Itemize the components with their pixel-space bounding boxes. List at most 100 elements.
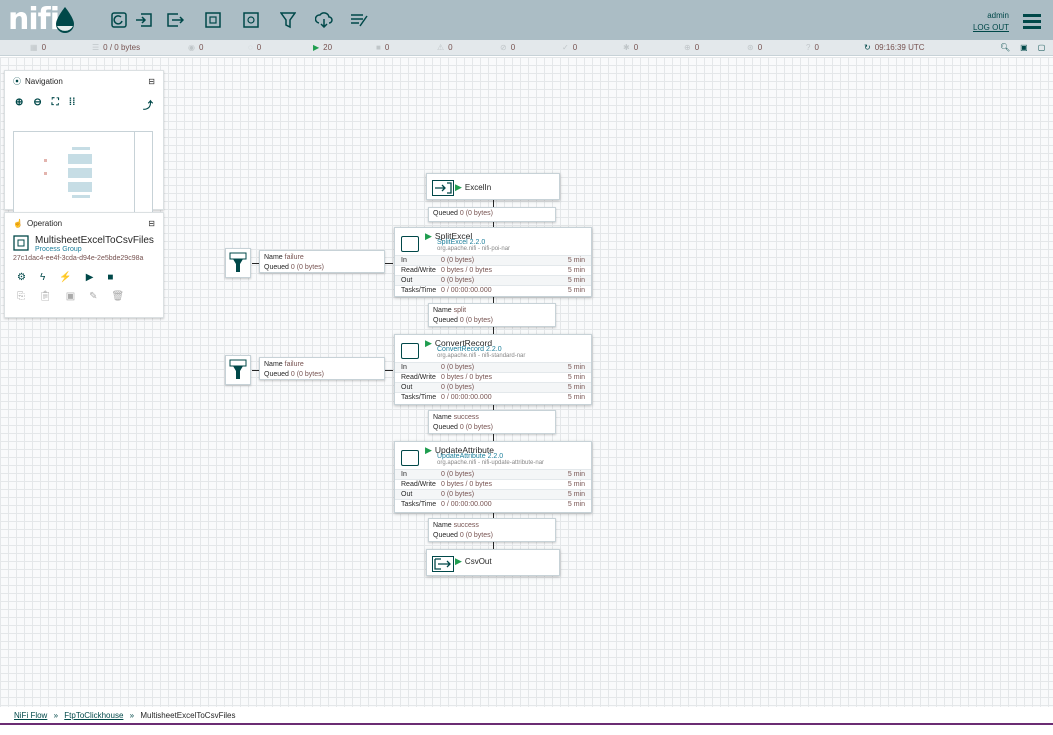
search-icon[interactable]: 🔍︎ — [1000, 43, 1010, 52]
start-icon[interactable]: ▶ — [86, 272, 94, 283]
stat-row-out: Out 0 (0 bytes) 5 min — [395, 382, 591, 392]
stopped-stat: ■ 0 — [376, 43, 390, 52]
threads-icon: ▦ — [30, 43, 38, 52]
leave-group-icon[interactable]: ⤴ — [143, 97, 153, 112]
operation-selection: MultisheetExcelToCsvFiles Process Group — [5, 233, 163, 255]
transmitting-stat: ◉ 0 — [188, 43, 204, 52]
sync-failure-stat: ? 0 — [806, 43, 819, 52]
input-port-excelin[interactable]: ▶ ExcelIn — [426, 173, 560, 200]
stat-row-tasks: Tasks/Time 0 / 00:00:00.000 5 min — [395, 285, 591, 295]
zoom-in-icon[interactable]: ⊕ — [15, 97, 23, 112]
processor-icon — [401, 450, 419, 466]
nifi-logo[interactable]: nifi — [8, 4, 78, 36]
bulletin-icon[interactable]: ▣ — [1020, 43, 1028, 52]
birdseye-map — [44, 132, 135, 218]
processor-convertrecord[interactable]: ▶ ConvertRecord ConvertRecord 2.2.0 org.a… — [394, 334, 592, 405]
processor-stats: In 0 (0 bytes) 5 min Read/Write 0 bytes / 0… — [395, 469, 591, 509]
enable-icon[interactable]: ϟ — [40, 272, 45, 283]
remote-process-group-icon[interactable] — [240, 10, 262, 30]
refresh-stat[interactable]: ↻ 09:16:39 UTC — [864, 43, 925, 52]
compass-icon: ⦿ — [13, 76, 21, 86]
group-icon[interactable]: ▣ — [66, 291, 75, 302]
zoom-out-icon[interactable]: ⊖ — [33, 97, 41, 112]
processor-icon — [401, 343, 419, 359]
stat-row-in: In 0 (0 bytes) 5 min — [395, 469, 591, 479]
selection-type: Process Group — [35, 246, 82, 253]
collapse-icon[interactable]: ⊟ — [148, 77, 155, 86]
warning-icon: ⚠ — [437, 43, 445, 52]
stat-row-rw: Read/Write 0 bytes / 0 bytes 5 min — [395, 372, 591, 382]
status-bar: ▦ 0 ☰ 0 / 0 bytes ◉ 0 ◌ 0 ▶ 20 ■ 0 ⚠ 0 ⊘ 0 ✓ 0 ✱ 0… — [0, 40, 1053, 56]
stat-row-tasks: Tasks/Time 0 / 00:00:00.000 5 min — [395, 392, 591, 402]
locally-modified-stat: ✱ 0 — [623, 43, 639, 52]
connection-success-1[interactable]: Name success Queued 0 (0 bytes) — [428, 410, 556, 434]
info-icon[interactable]: ▢ — [1038, 43, 1046, 52]
logout-link[interactable]: LOG OUT — [973, 22, 1009, 34]
stat-row-in: In 0 (0 bytes) 5 min — [395, 255, 591, 265]
stat-row-out: Out 0 (0 bytes) 5 min — [395, 275, 591, 285]
stat-row-in: In 0 (0 bytes) 5 min — [395, 362, 591, 372]
user-info: admin LOG OUT — [973, 10, 1009, 34]
connection-split[interactable]: Name split Queued 0 (0 bytes) — [428, 303, 556, 327]
breadcrumb-separator: » — [53, 711, 59, 720]
template-icon[interactable] — [313, 10, 335, 30]
processor-bundle: org.apache.nifi - nifi-update-attribute-… — [437, 460, 545, 466]
stale-icon: ⊕ — [684, 43, 691, 52]
breadcrumb-parent[interactable]: FtpToClickhouse — [64, 711, 123, 720]
navigation-tools: ⊕ ⊖ ⛶ ⁞⁞ ⤴ — [5, 91, 163, 118]
stop-icon[interactable]: ■ — [107, 272, 113, 283]
funnel-icon — [229, 252, 247, 272]
connection-failure-2[interactable]: Name failure Queued 0 (0 bytes) — [259, 357, 385, 380]
processor-splitexcel[interactable]: ▶ SplitExcel SplitExcel 2.2.0 org.apache.… — [394, 227, 592, 297]
output-port-csvout[interactable]: ▶ CsvOut — [426, 549, 560, 576]
connection-excelin-splitexcel[interactable]: Queued 0 (0 bytes) — [428, 207, 556, 222]
input-port-icon[interactable] — [133, 10, 155, 30]
processor-stats: In 0 (0 bytes) 5 min Read/Write 0 bytes / 0… — [395, 255, 591, 295]
breadcrumb-root[interactable]: NiFi Flow — [14, 711, 47, 720]
delete-icon[interactable]: 🗑︎ — [112, 291, 125, 302]
queue-icon: ☰ — [92, 43, 100, 52]
color-icon[interactable]: ✎ — [89, 291, 97, 302]
funnel-icon — [229, 359, 247, 379]
configure-icon[interactable]: ⚙ — [17, 272, 26, 283]
stale-stat: ⊕ 0 — [684, 43, 700, 52]
disabled-stat: ⊘ 0 — [500, 43, 516, 52]
stat-row-rw: Read/Write 0 bytes / 0 bytes 5 min — [395, 265, 591, 275]
top-bar: nifi admin LOG OUT — [0, 0, 1053, 40]
up-to-date-stat: ✓ 0 — [562, 43, 578, 52]
running-icon: ▶ — [425, 231, 432, 241]
processor-stats: In 0 (0 bytes) 5 min Read/Write 0 bytes / 0… — [395, 362, 591, 402]
breadcrumb-separator: » — [129, 711, 135, 720]
birdseye-view[interactable] — [13, 131, 153, 218]
processor-icon[interactable] — [108, 10, 130, 30]
disable-icon[interactable]: ⚡ — [59, 272, 71, 283]
breadcrumb: NiFi Flow » FtpToClickhouse » Multisheet… — [0, 707, 1053, 725]
global-menu-icon[interactable] — [1023, 14, 1041, 29]
breadcrumb-current: MultisheetExcelToCsvFiles — [140, 711, 236, 720]
connection-success-2[interactable]: Name success Queued 0 (0 bytes) — [428, 518, 556, 542]
asterisk-icon: ✱ — [623, 43, 630, 52]
stat-row-rw: Read/Write 0 bytes / 0 bytes 5 min — [395, 479, 591, 489]
operation-actions-2: ⎘ 📋︎ ▣ ✎ 🗑︎ — [5, 287, 163, 306]
operation-header[interactable]: ☝ Operation ⊟ — [5, 213, 163, 233]
navigation-header[interactable]: ⦿ Navigation ⊟ — [5, 71, 163, 91]
label-icon[interactable] — [348, 10, 370, 30]
process-group-icon[interactable] — [202, 10, 224, 30]
processor-updateattribute[interactable]: ▶ UpdateAttribute UpdateAttribute 2.2.0 o… — [394, 441, 592, 513]
processor-bundle: org.apache.nifi - nifi-poi-nar — [437, 246, 511, 252]
collapse-icon[interactable]: ⊟ — [148, 219, 155, 228]
actual-size-icon[interactable]: ⁞⁞ — [69, 97, 76, 112]
connection-failure-1[interactable]: Name failure Queued 0 (0 bytes) — [259, 250, 385, 273]
funnel-icon[interactable] — [277, 10, 299, 30]
port-name: ▶ ExcelIn — [455, 182, 492, 192]
paste-icon[interactable]: 📋︎ — [39, 291, 52, 302]
output-port-icon[interactable] — [164, 10, 186, 30]
funnel-1[interactable] — [225, 248, 251, 278]
fit-icon[interactable]: ⛶ — [52, 97, 59, 112]
selection-id: 27c1dac4-ee4f-3cda-d94e-2e5bde29c98a — [13, 255, 144, 262]
funnel-2[interactable] — [225, 355, 251, 385]
processor-type: ConvertRecord 2.2.0 — [437, 346, 502, 353]
nifi-drop-icon — [56, 7, 74, 33]
refresh-icon[interactable]: ↻ — [864, 43, 871, 52]
copy-icon[interactable]: ⎘ — [17, 291, 25, 302]
